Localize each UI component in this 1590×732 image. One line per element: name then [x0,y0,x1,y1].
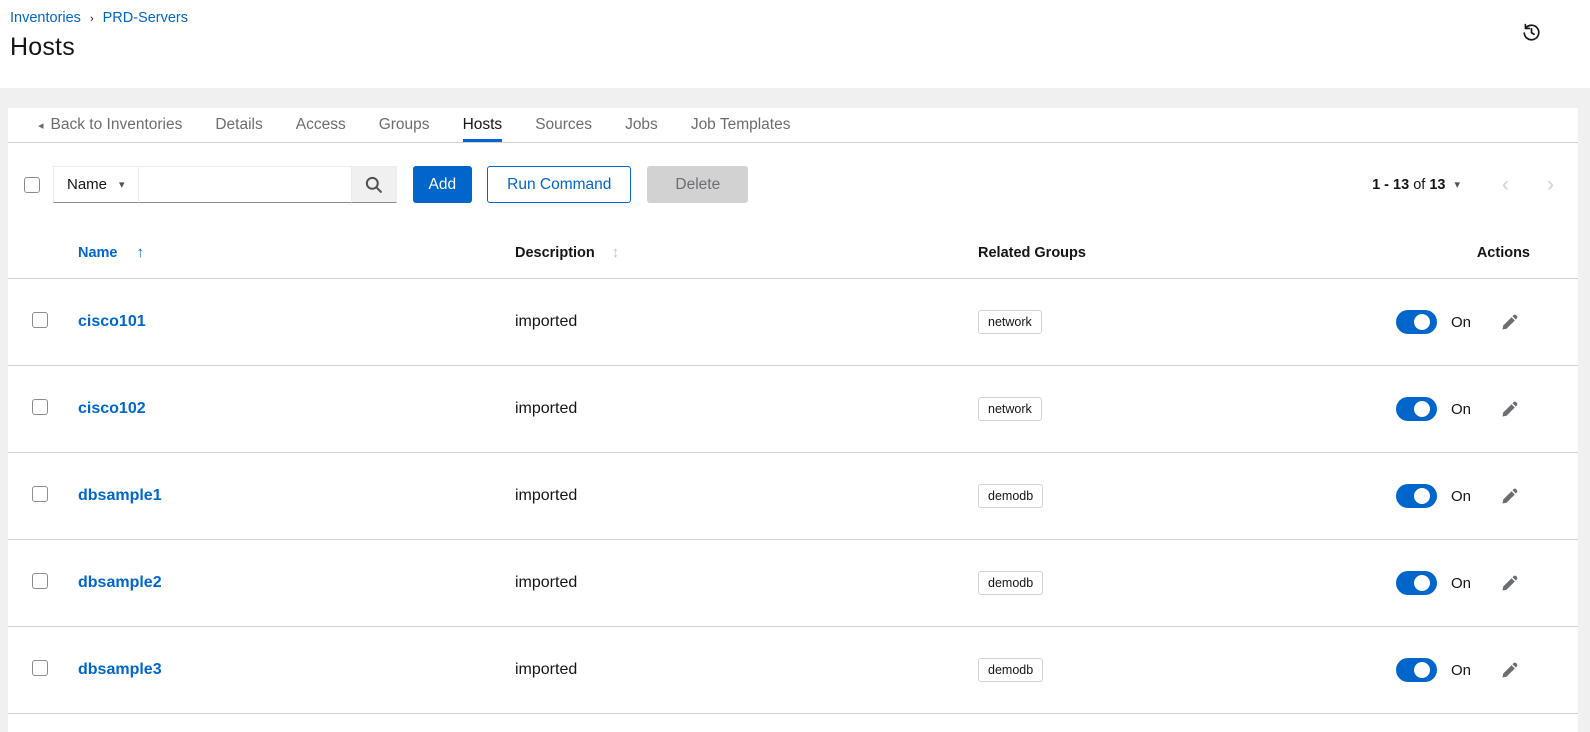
row-checkbox[interactable] [32,660,48,676]
related-group-chip[interactable]: demodb [978,571,1043,595]
search-input[interactable] [139,166,352,203]
host-description: imported [515,574,978,592]
host-description: imported [515,313,978,331]
table-header-row: Name ↑ Description ↕ Related Groups Acti… [8,227,1578,279]
chevron-down-icon: ▾ [119,178,125,191]
host-description: imported [515,661,978,679]
history-button[interactable] [1519,20,1544,45]
edit-host-button[interactable] [1501,314,1518,331]
next-page-button[interactable]: › [1547,174,1554,195]
host-enabled-toggle[interactable] [1396,484,1437,508]
table-row: dbsample2 imported demodb On [8,540,1578,627]
pencil-icon [1501,319,1518,334]
toggle-label: On [1451,401,1471,418]
tab-jobs[interactable]: Jobs [625,108,658,142]
search-button[interactable] [352,166,397,203]
column-header-related-groups: Related Groups [978,245,1390,261]
search-filter-group: Name ▾ [53,166,397,203]
sort-ascending-icon: ↑ [137,244,145,261]
related-group-chip[interactable]: demodb [978,484,1043,508]
table-row: cisco101 imported network On [8,279,1578,366]
host-name-link[interactable]: cisco102 [78,400,146,417]
pencil-icon [1501,493,1518,508]
tab-sources[interactable]: Sources [535,108,592,142]
row-checkbox[interactable] [32,573,48,589]
page-header: Inventories › PRD-Servers Hosts [0,0,1590,88]
column-header-description-label: Description [515,245,595,261]
filter-type-label: Name [67,176,107,193]
back-to-inventories-label: Back to Inventories [51,116,183,134]
host-name-link[interactable]: dbsample3 [78,661,162,678]
host-enabled-toggle[interactable] [1396,310,1437,334]
items-per-page-select[interactable]: 1 - 13 of 13 ▾ [1372,177,1460,193]
pencil-icon [1501,667,1518,682]
row-checkbox[interactable] [32,312,48,328]
breadcrumb-link-inventories[interactable]: Inventories [10,10,81,26]
row-checkbox[interactable] [32,486,48,502]
toggle-knob [1414,401,1430,417]
related-group-chip[interactable]: network [978,397,1042,421]
column-header-name[interactable]: Name ↑ [78,244,515,261]
host-description: imported [515,487,978,505]
table-row: cisco102 imported network On [8,366,1578,453]
pagination-of-label: of [1413,177,1425,193]
run-command-button[interactable]: Run Command [487,166,631,203]
toggle-label: On [1451,314,1471,331]
related-group-chip[interactable]: demodb [978,658,1043,682]
host-name-link[interactable]: dbsample1 [78,487,162,504]
host-enabled-toggle[interactable] [1396,397,1437,421]
toggle-knob [1414,662,1430,678]
pagination-total: 13 [1429,177,1445,193]
toggle-label: On [1451,662,1471,679]
back-arrow-icon: ◂ [38,119,44,132]
pagination: 1 - 13 of 13 ▾ ‹ › [1372,174,1554,195]
back-to-inventories-link[interactable]: ◂ Back to Inventories [38,108,182,142]
chevron-down-icon: ▾ [1454,178,1460,191]
breadcrumb: Inventories › PRD-Servers [10,10,1590,26]
add-button[interactable]: Add [413,166,473,203]
edit-host-button[interactable] [1501,575,1518,592]
edit-host-button[interactable] [1501,488,1518,505]
tab-bar: ◂ Back to Inventories Details Access Gro… [8,108,1578,143]
toggle-knob [1414,575,1430,591]
edit-host-button[interactable] [1501,401,1518,418]
history-icon [1521,31,1542,46]
hosts-panel: ◂ Back to Inventories Details Access Gro… [8,108,1578,732]
tab-hosts[interactable]: Hosts [463,108,503,142]
sort-icon: ↕ [612,244,620,261]
breadcrumb-separator-icon: › [90,12,94,25]
edit-host-button[interactable] [1501,662,1518,679]
search-icon [364,175,383,194]
host-enabled-toggle[interactable] [1396,571,1437,595]
toggle-knob [1414,488,1430,504]
page-title: Hosts [10,33,1590,62]
previous-page-button[interactable]: ‹ [1502,174,1509,195]
tab-job-templates[interactable]: Job Templates [691,108,791,142]
column-header-description[interactable]: Description ↕ [515,244,978,261]
filter-type-select[interactable]: Name ▾ [53,166,139,203]
related-group-chip[interactable]: network [978,310,1042,334]
pencil-icon [1501,406,1518,421]
delete-button[interactable]: Delete [647,166,748,203]
tab-access[interactable]: Access [296,108,346,142]
tab-groups[interactable]: Groups [379,108,430,142]
row-checkbox[interactable] [32,399,48,415]
column-header-name-label: Name [78,245,118,261]
select-all-checkbox[interactable] [24,177,40,193]
host-name-link[interactable]: cisco101 [78,313,146,330]
column-header-actions: Actions [1390,245,1554,261]
tab-details[interactable]: Details [215,108,262,142]
table-row: dbsample3 imported demodb On [8,627,1578,714]
toolbar: Name ▾ Add Run Command Delete 1 - 13 of [8,143,1578,227]
toggle-label: On [1451,488,1471,505]
pagination-range: 1 - 13 [1372,177,1409,193]
host-enabled-toggle[interactable] [1396,658,1437,682]
host-description: imported [515,400,978,418]
toggle-label: On [1451,575,1471,592]
host-name-link[interactable]: dbsample2 [78,574,162,591]
pencil-icon [1501,580,1518,595]
breadcrumb-link-prd-servers[interactable]: PRD-Servers [103,10,188,26]
table-row: dbsample1 imported demodb On [8,453,1578,540]
toggle-knob [1414,314,1430,330]
